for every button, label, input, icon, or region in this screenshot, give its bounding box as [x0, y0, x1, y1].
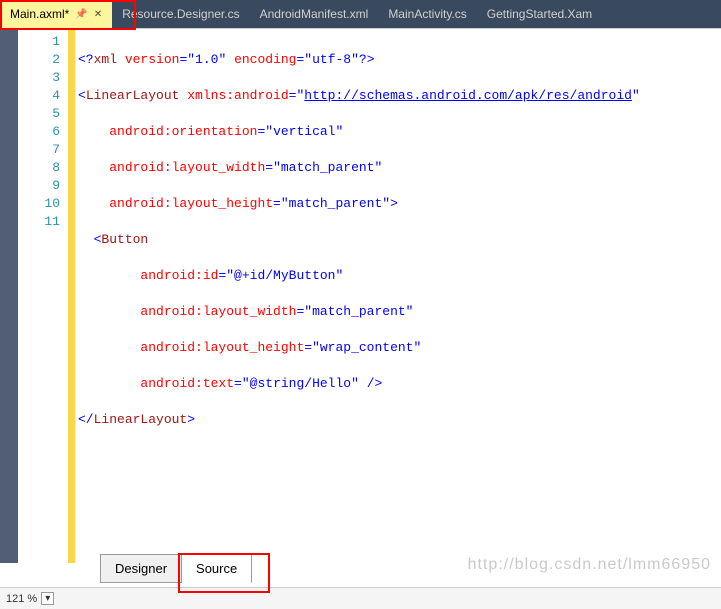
zoom-dropdown-icon[interactable]: ▾: [41, 592, 54, 605]
line-number: 5: [18, 105, 60, 123]
watermark-text: http://blog.csdn.net/lmm66950: [468, 556, 711, 574]
tab-main-activity[interactable]: MainActivity.cs: [378, 0, 476, 28]
line-number: 1: [18, 33, 60, 51]
editor-area: 1 2 3 4 5 6 7 8 9 10 11 <?xml version="1…: [0, 28, 721, 563]
zoom-level: 121 %: [6, 593, 37, 605]
change-marker: [68, 29, 76, 563]
tab-resource-designer[interactable]: Resource.Designer.cs: [112, 0, 249, 28]
line-number: 7: [18, 141, 60, 159]
tab-label: Main.axml*: [10, 7, 69, 21]
bottom-view-tabs: Designer Source: [100, 554, 252, 583]
line-number-gutter: 1 2 3 4 5 6 7 8 9 10 11: [18, 29, 68, 563]
line-number: 8: [18, 159, 60, 177]
line-number: 6: [18, 123, 60, 141]
line-number: 2: [18, 51, 60, 69]
pin-icon[interactable]: 📌: [75, 9, 87, 20]
tab-android-manifest[interactable]: AndroidManifest.xml: [250, 0, 379, 28]
editor-tabs: Main.axml* 📌 ✕ Resource.Designer.cs Andr…: [0, 0, 721, 28]
line-number: 9: [18, 177, 60, 195]
line-number: 11: [18, 213, 60, 231]
line-number: 10: [18, 195, 60, 213]
tab-source[interactable]: Source: [182, 554, 252, 583]
tab-main-axml[interactable]: Main.axml* 📌 ✕: [0, 0, 112, 28]
tab-designer[interactable]: Designer: [100, 554, 182, 583]
line-number: 3: [18, 69, 60, 87]
line-number: 4: [18, 87, 60, 105]
status-bar: 121 % ▾: [0, 587, 721, 609]
code-editor[interactable]: <?xml version="1.0" encoding="utf-8"?> <…: [76, 29, 721, 563]
tab-getting-started[interactable]: GettingStarted.Xam: [477, 0, 602, 28]
close-icon[interactable]: ✕: [94, 9, 102, 20]
left-margin-strip: [0, 29, 18, 563]
